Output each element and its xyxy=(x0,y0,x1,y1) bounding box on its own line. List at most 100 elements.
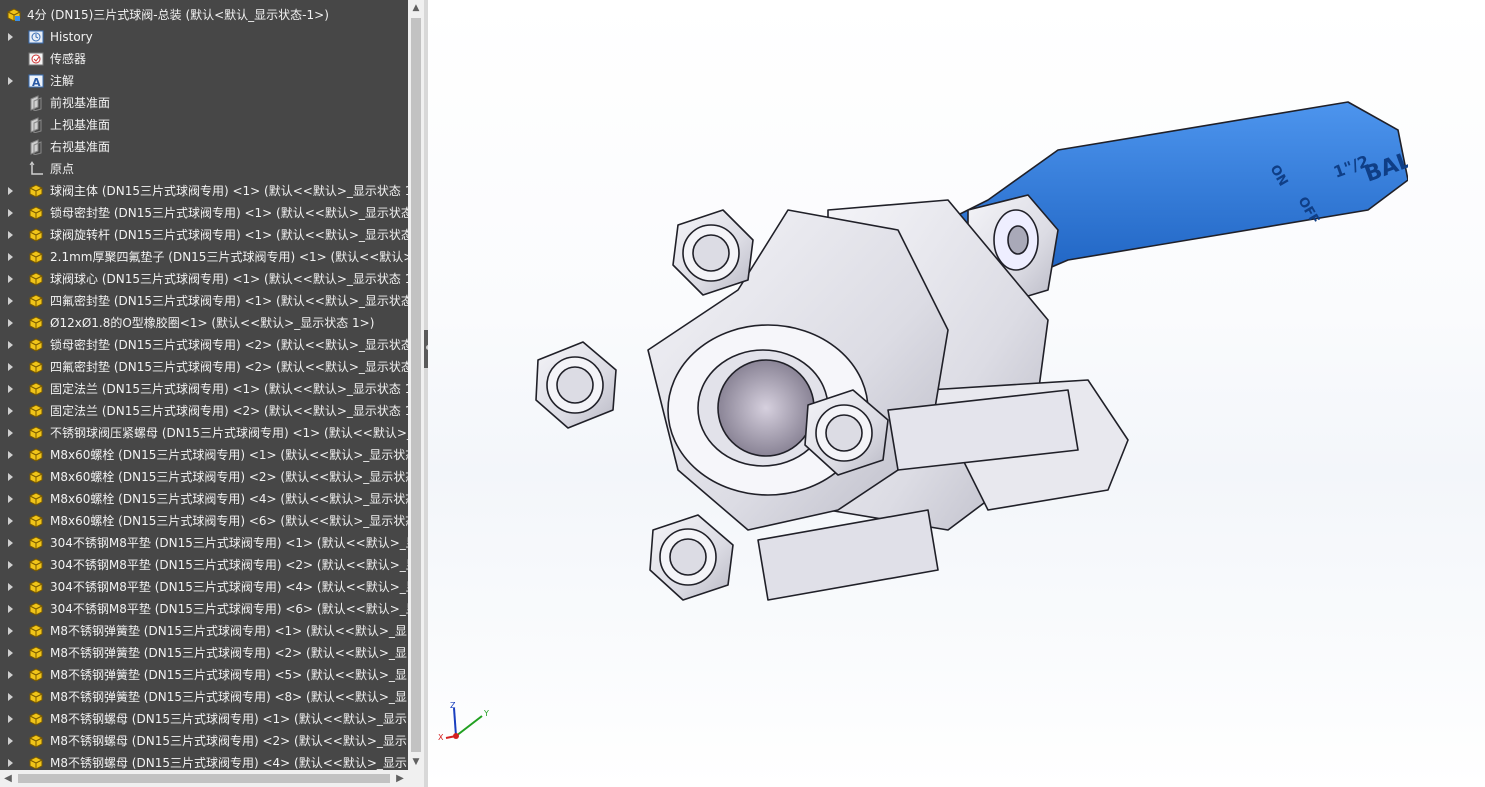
scroll-up-icon[interactable]: ▲ xyxy=(408,0,424,16)
expand-arrow-icon[interactable] xyxy=(8,539,13,547)
tree-item[interactable]: 304不锈钢M8平垫 (DN15三片式球阀专用) <4> (默认<<默认>_显 xyxy=(0,576,408,598)
expand-arrow-icon[interactable] xyxy=(8,429,13,437)
expand-arrow-icon[interactable] xyxy=(8,33,13,41)
graphics-viewport[interactable]: ON OFF 1"/2 BALL VALVE Z Y X xyxy=(428,0,1485,787)
tree-item[interactable]: 304不锈钢M8平垫 (DN15三片式球阀专用) <1> (默认<<默认>_显 xyxy=(0,532,408,554)
expand-arrow-icon[interactable] xyxy=(8,583,13,591)
tree-item[interactable]: 304不锈钢M8平垫 (DN15三片式球阀专用) <2> (默认<<默认>_显 xyxy=(0,554,408,576)
expand-arrow-icon[interactable] xyxy=(8,407,13,415)
part-icon xyxy=(28,227,44,243)
scroll-thumb[interactable] xyxy=(411,18,421,752)
tree-item[interactable]: 传感器 xyxy=(0,48,408,70)
stem-hole xyxy=(1007,225,1029,255)
tree-root-assembly[interactable]: 4分 (DN15)三片式球阀-总装 (默认<默认_显示状态-1>) xyxy=(0,4,408,26)
tree-item[interactable]: M8不锈钢弹簧垫 (DN15三片式球阀专用) <5> (默认<<默认>_显 xyxy=(0,664,408,686)
expand-arrow-icon[interactable] xyxy=(8,341,13,349)
axis-triad[interactable]: Z Y X xyxy=(438,700,498,750)
tree-horizontal-scrollbar[interactable]: ◀ ▶ xyxy=(0,770,408,787)
expand-arrow-icon[interactable] xyxy=(8,693,13,701)
origin-icon xyxy=(28,161,44,177)
part-icon xyxy=(28,183,44,199)
tree-item-label: 4分 (DN15)三片式球阀-总装 (默认<默认_显示状态-1>) xyxy=(27,8,329,22)
tree-item-label: M8x60螺栓 (DN15三片式球阀专用) <1> (默认<<默认>_显示状态 xyxy=(50,448,408,462)
scroll-right-icon[interactable]: ▶ xyxy=(392,770,408,787)
tree-item[interactable]: History xyxy=(0,26,408,48)
expand-arrow-icon[interactable] xyxy=(8,649,13,657)
tree-item[interactable]: M8不锈钢弹簧垫 (DN15三片式球阀专用) <8> (默认<<默认>_显 xyxy=(0,686,408,708)
plane-icon xyxy=(28,117,44,134)
tree-item[interactable]: 304不锈钢M8平垫 (DN15三片式球阀专用) <6> (默认<<默认>_显 xyxy=(0,598,408,620)
tree-item-label: 前视基准面 xyxy=(50,96,111,110)
tree-item[interactable]: 球阀旋转杆 (DN15三片式球阀专用) <1> (默认<<默认>_显示状态 xyxy=(0,224,408,246)
plane-icon xyxy=(28,95,44,112)
tree-item[interactable]: 上视基准面 xyxy=(0,114,408,136)
ball-valve-model[interactable]: ON OFF 1"/2 BALL VALVE xyxy=(528,90,1408,650)
tree-item[interactable]: M8x60螺栓 (DN15三片式球阀专用) <2> (默认<<默认>_显示状态 xyxy=(0,466,408,488)
expand-arrow-icon[interactable] xyxy=(8,605,13,613)
tree-item[interactable]: M8不锈钢弹簧垫 (DN15三片式球阀专用) <2> (默认<<默认>_显 xyxy=(0,642,408,664)
expand-arrow-icon[interactable] xyxy=(8,363,13,371)
tree-item[interactable]: 原点 xyxy=(0,158,408,180)
tree-item-label: Ø12xØ1.8的O型橡胶圈<1> (默认<<默认>_显示状态 1>) xyxy=(50,316,375,330)
tree-item[interactable]: 球阀球心 (DN15三片式球阀专用) <1> (默认<<默认>_显示状态 1 xyxy=(0,268,408,290)
scroll-left-icon[interactable]: ◀ xyxy=(0,770,16,787)
tree-item[interactable]: 不锈钢球阀压紧螺母 (DN15三片式球阀专用) <1> (默认<<默认>_ xyxy=(0,422,408,444)
tree-item[interactable]: M8x60螺栓 (DN15三片式球阀专用) <4> (默认<<默认>_显示状态 xyxy=(0,488,408,510)
tree-item[interactable]: 固定法兰 (DN15三片式球阀专用) <2> (默认<<默认>_显示状态 1 xyxy=(0,400,408,422)
expand-arrow-icon[interactable] xyxy=(8,517,13,525)
expand-arrow-icon[interactable] xyxy=(8,473,13,481)
tree-item[interactable]: M8x60螺栓 (DN15三片式球阀专用) <6> (默认<<默认>_显示状态 xyxy=(0,510,408,532)
part-icon xyxy=(28,535,44,551)
tree-item[interactable]: Ø12xØ1.8的O型橡胶圈<1> (默认<<默认>_显示状态 1>) xyxy=(0,312,408,334)
tree-item[interactable]: M8不锈钢弹簧垫 (DN15三片式球阀专用) <1> (默认<<默认>_显 xyxy=(0,620,408,642)
history-icon xyxy=(28,29,44,45)
tree-item-label: 304不锈钢M8平垫 (DN15三片式球阀专用) <4> (默认<<默认>_显 xyxy=(50,580,408,594)
triad-origin xyxy=(453,733,459,739)
expand-arrow-icon[interactable] xyxy=(8,275,13,283)
expand-arrow-icon[interactable] xyxy=(8,495,13,503)
expand-arrow-icon[interactable] xyxy=(8,561,13,569)
tree-item-label: M8不锈钢弹簧垫 (DN15三片式球阀专用) <1> (默认<<默认>_显 xyxy=(50,624,407,638)
expand-arrow-icon[interactable] xyxy=(8,297,13,305)
tree-item[interactable]: 右视基准面 xyxy=(0,136,408,158)
tree-item[interactable]: 2.1mm厚聚四氟垫子 (DN15三片式球阀专用) <1> (默认<<默认> xyxy=(0,246,408,268)
hscroll-thumb[interactable] xyxy=(18,774,390,783)
part-icon xyxy=(28,601,44,617)
tree-item[interactable]: 前视基准面 xyxy=(0,92,408,114)
tree-item[interactable]: 球阀主体 (DN15三片式球阀专用) <1> (默认<<默认>_显示状态 1 xyxy=(0,180,408,202)
bolt-shank-bottom xyxy=(757,509,939,601)
tree-item-label: 球阀主体 (DN15三片式球阀专用) <1> (默认<<默认>_显示状态 1 xyxy=(50,184,408,198)
part-icon xyxy=(28,755,44,770)
tree-item[interactable]: 锁母密封垫 (DN15三片式球阀专用) <1> (默认<<默认>_显示状态 xyxy=(0,202,408,224)
tree-item[interactable]: M8不锈钢螺母 (DN15三片式球阀专用) <1> (默认<<默认>_显示 xyxy=(0,708,408,730)
part-icon xyxy=(28,337,44,353)
expand-arrow-icon[interactable] xyxy=(8,759,13,767)
tree-item[interactable]: 四氟密封垫 (DN15三片式球阀专用) <1> (默认<<默认>_显示状态 xyxy=(0,290,408,312)
tree-item-label: M8不锈钢螺母 (DN15三片式球阀专用) <2> (默认<<默认>_显示 xyxy=(50,734,407,748)
tree-item-label: 四氟密封垫 (DN15三片式球阀专用) <2> (默认<<默认>_显示状态 xyxy=(50,360,408,374)
expand-arrow-icon[interactable] xyxy=(8,319,13,327)
tree-item[interactable]: 固定法兰 (DN15三片式球阀专用) <1> (默认<<默认>_显示状态 1 xyxy=(0,378,408,400)
expand-arrow-icon[interactable] xyxy=(8,715,13,723)
expand-arrow-icon[interactable] xyxy=(8,627,13,635)
expand-arrow-icon[interactable] xyxy=(8,253,13,261)
scroll-down-icon[interactable]: ▼ xyxy=(408,754,424,770)
tree-item[interactable]: M8x60螺栓 (DN15三片式球阀专用) <1> (默认<<默认>_显示状态 xyxy=(0,444,408,466)
expand-arrow-icon[interactable] xyxy=(8,737,13,745)
expand-arrow-icon[interactable] xyxy=(8,385,13,393)
expand-arrow-icon[interactable] xyxy=(8,187,13,195)
expand-arrow-icon[interactable] xyxy=(8,77,13,85)
bolt-nut-top-left xyxy=(672,209,754,296)
tree-item-label: M8x60螺栓 (DN15三片式球阀专用) <6> (默认<<默认>_显示状态 xyxy=(50,514,408,528)
expand-arrow-icon[interactable] xyxy=(8,209,13,217)
expand-arrow-icon[interactable] xyxy=(8,451,13,459)
tree-vertical-scrollbar[interactable]: ▲ ▼ xyxy=(408,0,424,770)
tree-item[interactable]: M8不锈钢螺母 (DN15三片式球阀专用) <2> (默认<<默认>_显示 xyxy=(0,730,408,752)
expand-arrow-icon[interactable] xyxy=(8,671,13,679)
expand-arrow-icon[interactable] xyxy=(8,231,13,239)
tree-item[interactable]: M8不锈钢螺母 (DN15三片式球阀专用) <4> (默认<<默认>_显示 xyxy=(0,752,408,770)
tree-item[interactable]: A 注解 xyxy=(0,70,408,92)
tree-item[interactable]: 锁母密封垫 (DN15三片式球阀专用) <2> (默认<<默认>_显示状态 xyxy=(0,334,408,356)
tree-item[interactable]: 四氟密封垫 (DN15三片式球阀专用) <2> (默认<<默认>_显示状态 xyxy=(0,356,408,378)
tree-item-label: M8不锈钢螺母 (DN15三片式球阀专用) <1> (默认<<默认>_显示 xyxy=(50,712,407,726)
